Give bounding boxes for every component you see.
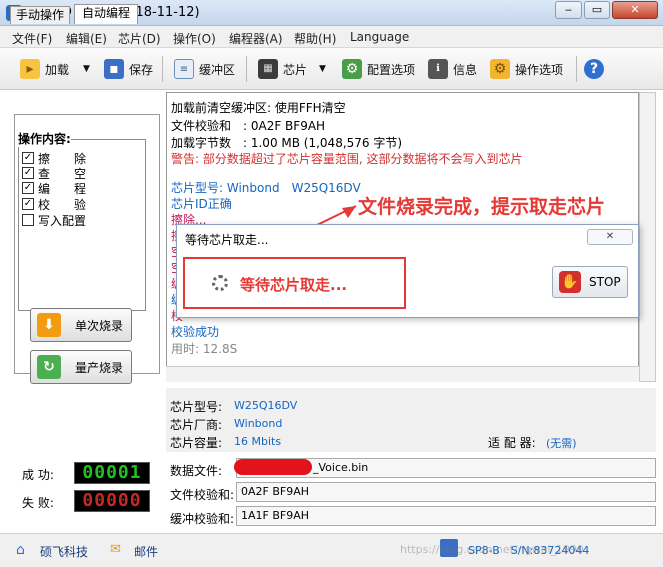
menu-help[interactable]: 帮助(H) bbox=[294, 30, 336, 47]
chip-icon: ▦ bbox=[258, 59, 278, 79]
checkbox-checked-icon[interactable]: ✓ bbox=[22, 167, 34, 179]
help-icon: ? bbox=[584, 59, 604, 79]
checkbox-program[interactable]: ✓ 编 程 bbox=[22, 180, 86, 196]
menu-file[interactable]: 文件(F) bbox=[12, 30, 52, 47]
watermark: https://blog.csdn.net/ngwei_1990 bbox=[400, 543, 584, 556]
loading-spinner-icon bbox=[212, 275, 228, 291]
toolbar-divider bbox=[162, 56, 163, 82]
maximize-button[interactable]: ▭ bbox=[584, 1, 610, 19]
log-line: 加载字节数 : 1.00 MB (1,048,576 字节) bbox=[171, 136, 403, 150]
annotation-callout: 文件烧录完成，提示取走芯片 bbox=[358, 196, 606, 218]
mass-burn-button[interactable]: ↻ 量产烧录 bbox=[30, 350, 132, 384]
toolbar-divider bbox=[576, 56, 577, 82]
config-options-button[interactable]: ⚙ 配置选项 bbox=[342, 56, 415, 82]
chip-vendor-value: Winbond bbox=[234, 417, 283, 430]
menu-programmer[interactable]: 编程器(A) bbox=[229, 30, 283, 47]
mail-link[interactable]: 邮件 bbox=[134, 543, 158, 560]
chevron-down-icon[interactable]: ▼ bbox=[319, 64, 326, 74]
chip-capacity-value: 16 Mbits bbox=[234, 435, 282, 448]
checkbox-unchecked-icon[interactable] bbox=[22, 214, 34, 226]
info-button[interactable]: ℹ 信息 bbox=[428, 56, 477, 82]
menu-chip[interactable]: 芯片(D) bbox=[118, 30, 161, 47]
dialog-message: 等待芯片取走... bbox=[240, 276, 348, 294]
home-icon[interactable]: ⌂ bbox=[16, 542, 25, 558]
menu-edit[interactable]: 编辑(E) bbox=[66, 30, 107, 47]
tab-auto-programming[interactable]: 自动编程 bbox=[74, 4, 138, 24]
success-counter: 00001 bbox=[74, 462, 150, 484]
chip-vendor-label: 芯片厂商: bbox=[170, 418, 223, 432]
chevron-down-icon[interactable]: ▼ bbox=[83, 64, 90, 74]
checkbox-write-config[interactable]: 写入配置 bbox=[22, 212, 86, 228]
log-line: 警告: 部分数据超过了芯片容量范围, 这部分数据将不会写入到芯片 bbox=[171, 152, 523, 166]
log-horizontal-scrollbar[interactable] bbox=[166, 366, 639, 382]
menu-operation[interactable]: 操作(O) bbox=[173, 30, 216, 47]
chip-model-value: W25Q16DV bbox=[234, 399, 298, 412]
adapter-label: 适 配 器: bbox=[488, 436, 536, 450]
file-checksum-label: 文件校验和: bbox=[170, 488, 235, 502]
toolbar: ▸ 加载 ▼ ▪ 保存 ≡ 缓冲区 ▦ 芯片 ▼ ⚙ 配置选项 ℹ 信息 ⚙ 操… bbox=[0, 48, 663, 90]
log-line: 加载前清空缓冲区: 使用FFH清空 bbox=[171, 101, 346, 115]
checkbox-checked-icon[interactable]: ✓ bbox=[22, 198, 34, 210]
log-line: 芯片型号: Winbond W25Q16DV bbox=[171, 181, 361, 195]
checkbox-verify[interactable]: ✓ 校 验 bbox=[22, 196, 86, 212]
menu-bar: 文件(F) 编辑(E) 芯片(D) 操作(O) 编程器(A) 帮助(H) Lan… bbox=[0, 26, 663, 48]
refresh-cycle-icon: ↻ bbox=[37, 355, 61, 379]
gear-icon: ⚙ bbox=[490, 59, 510, 79]
redaction-mark bbox=[234, 459, 312, 475]
save-button[interactable]: ▪ 保存 bbox=[104, 56, 153, 82]
log-line: 用时: 12.8S bbox=[171, 342, 238, 356]
single-burn-button[interactable]: ⬇ 单次烧录 bbox=[30, 308, 132, 342]
log-line: 文件校验和 : 0A2F BF9AH bbox=[171, 119, 326, 133]
company-link[interactable]: 硕飞科技 bbox=[40, 543, 88, 560]
log-line: 校验成功 bbox=[171, 325, 220, 339]
success-label: 成 功: bbox=[22, 468, 54, 482]
fail-label: 失 败: bbox=[22, 496, 54, 510]
fail-counter: 00000 bbox=[74, 490, 150, 512]
operations-title: 操作内容: bbox=[18, 130, 71, 147]
data-file-label: 数据文件: bbox=[170, 464, 223, 478]
download-arrow-icon: ⬇ bbox=[37, 313, 61, 337]
dialog-close-button[interactable]: ✕ bbox=[587, 229, 633, 245]
log-line: 芯片ID正确 bbox=[171, 197, 232, 211]
buffer-button[interactable]: ≡ 缓冲区 bbox=[174, 56, 235, 82]
buffer-checksum-field: 1A1F BF9AH bbox=[236, 506, 656, 526]
minimize-button[interactable]: ‒ bbox=[555, 1, 582, 19]
adapter-value: (无需) bbox=[546, 437, 577, 450]
stop-hand-icon: ✋ bbox=[559, 271, 581, 293]
chip-model-label: 芯片型号: bbox=[170, 400, 223, 414]
folder-open-icon: ▸ bbox=[20, 59, 40, 79]
stop-button[interactable]: ✋ STOP bbox=[552, 266, 628, 298]
operation-options-button[interactable]: ⚙ 操作选项 bbox=[490, 56, 563, 82]
dialog-title: 等待芯片取走... bbox=[185, 233, 269, 247]
tab-manual-operation[interactable]: 手动操作 bbox=[10, 6, 70, 24]
checkbox-checked-icon[interactable]: ✓ bbox=[22, 182, 34, 194]
mail-icon[interactable]: ✉ bbox=[110, 542, 121, 557]
load-button[interactable]: ▸ 加载 ▼ bbox=[20, 56, 90, 82]
help-button[interactable]: ? bbox=[584, 56, 609, 82]
toolbar-divider bbox=[246, 56, 247, 82]
close-button[interactable]: ✕ bbox=[612, 1, 658, 19]
checkbox-checked-icon[interactable]: ✓ bbox=[22, 152, 34, 164]
buffer-checksum-label: 缓冲校验和: bbox=[170, 512, 235, 526]
chip-capacity-label: 芯片容量: bbox=[170, 436, 223, 450]
chip-button[interactable]: ▦ 芯片 ▼ bbox=[258, 56, 326, 82]
file-checksum-field: 0A2F BF9AH bbox=[236, 482, 656, 502]
status-bar: ⌂ 硕飞科技 ✉ 邮件 SP8-B S/N:83724044 https://b… bbox=[0, 533, 663, 567]
floppy-save-icon: ▪ bbox=[104, 59, 124, 79]
log-vertical-scrollbar[interactable] bbox=[639, 92, 656, 382]
menu-language[interactable]: Language bbox=[350, 30, 409, 44]
config-chip-icon: ⚙ bbox=[342, 59, 362, 79]
chip-info-icon: ℹ bbox=[428, 59, 448, 79]
buffer-icon: ≡ bbox=[174, 59, 194, 79]
